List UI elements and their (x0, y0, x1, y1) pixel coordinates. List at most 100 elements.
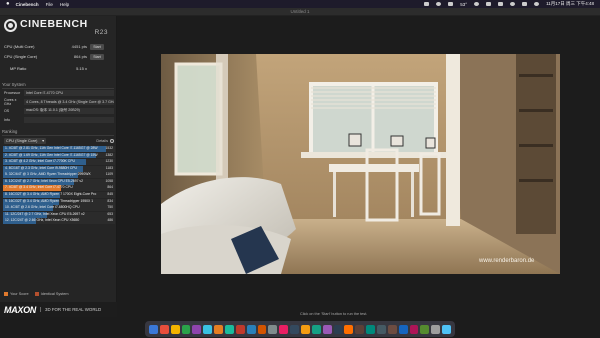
dock-app-icon[interactable] (442, 324, 452, 334)
ranking-row-score: 1058 (105, 178, 113, 183)
dock-app-icon[interactable] (431, 324, 441, 334)
legend-label: Identical System (40, 292, 69, 296)
score-label: CPU (Single Core) (4, 54, 38, 59)
menubar-clock[interactable]: 11月17日 周三 下午4:48 (546, 1, 594, 7)
dock-app-icon[interactable] (257, 324, 267, 334)
info-field[interactable] (24, 116, 114, 123)
dock-app-icon[interactable] (344, 324, 354, 334)
ranking-row-score: 1382 (105, 152, 113, 157)
dock-app-icon[interactable] (301, 324, 310, 334)
ranking-select-value: CPU (Single Core) (6, 138, 38, 143)
chevron-down-icon: ▾ (42, 139, 44, 143)
dock-app-icon[interactable] (279, 324, 289, 334)
render-scene: www.renderbaron.de (161, 54, 560, 274)
ranking-row[interactable]: 3. 4C/8T @ 4.2 GHz, Intel Core i7-7700K … (3, 159, 115, 166)
ranking-select[interactable]: CPU (Single Core) ▾ (4, 137, 46, 144)
ranking-list: 1. 4C/8T @ 2.81 GHz, 11th Gen Intel Core… (3, 146, 115, 225)
ranking-row-score: 834 (107, 198, 113, 203)
dock-app-icon[interactable] (322, 324, 332, 334)
dock-app-icon[interactable] (333, 324, 343, 334)
details-label: Details (96, 138, 108, 143)
ranking-row[interactable]: 1. 4C/8T @ 2.81 GHz, 11th Gen Intel Core… (3, 146, 115, 152)
status-icon[interactable] (474, 2, 480, 6)
ranking-row[interactable]: 7. 4C/8T @ 3.4 GHz, Intel Core i7-4770 C… (3, 185, 115, 192)
legend-swatch (4, 292, 8, 296)
temperature-readout[interactable]: 53° (460, 2, 467, 7)
info-value: 4 Cores, 8 Threads @ 3.4 GHz (Single Cor… (24, 98, 114, 105)
dock-app-icon[interactable] (214, 324, 223, 334)
status-icon[interactable] (448, 2, 454, 6)
dock-app-icon[interactable] (387, 324, 397, 334)
sidebar: CINEBENCH R23 CPU (Multi Core) 4451 pts … (0, 16, 117, 317)
render-image: www.renderbaron.de (161, 54, 560, 274)
ranking-row-label: 8. 16C/32T @ 3.4 GHz, AMD Ryzen 7 1700X … (5, 192, 97, 197)
ranking-row[interactable]: 6. 12C/24T @ 2.7 GHz, Intel Xeon CPU E5-… (3, 178, 115, 185)
start-single-core-button[interactable]: Start (90, 53, 104, 60)
legend-swatch (34, 292, 39, 296)
search-icon[interactable] (522, 2, 528, 6)
dock-app-icon[interactable] (181, 324, 191, 334)
dock-app-icon[interactable] (398, 324, 408, 334)
info-row-info: Info (4, 116, 114, 123)
ranking-row[interactable]: 2. 4C/8T @ 1.69 GHz, 11th Gen Intel Core… (3, 152, 115, 159)
ranking-header: Ranking (2, 129, 114, 136)
ranking-row[interactable]: 5. 32C/64T @ 3 GHz, AMD Ryzen Threadripp… (3, 172, 115, 179)
start-multi-core-button[interactable]: Start (90, 43, 104, 50)
dock-app-icon[interactable] (170, 324, 180, 334)
dock-app-icon[interactable] (366, 324, 376, 334)
ranking-row-score: 1532 (105, 146, 113, 150)
ranking-row[interactable]: 8. 16C/32T @ 3.4 GHz, AMD Ryzen 7 1700X … (3, 192, 115, 198)
ranking-row[interactable]: 12. 12C/24T @ 2.66 GHz, Intel Xeon CPU X… (3, 218, 115, 225)
score-label: CPU (Multi Core) (4, 44, 35, 49)
ranking-row-label: 2. 4C/8T @ 1.69 GHz, 11th Gen Intel Core… (5, 152, 98, 157)
dock-app-icon[interactable] (203, 324, 213, 334)
legend-label: Your Score (10, 292, 29, 296)
ranking-row-score: 1109 (105, 172, 113, 177)
your-system-header: Your System (2, 82, 114, 89)
legend: Your Score Identical System (4, 292, 114, 296)
volume-icon[interactable] (486, 2, 492, 6)
menu-help[interactable]: Help (60, 2, 69, 7)
dock-app-icon[interactable] (420, 324, 430, 334)
dock-app-icon[interactable] (224, 324, 234, 334)
dock-app-icon[interactable] (409, 324, 419, 334)
dock-app-icon[interactable] (235, 324, 245, 334)
logo-version: R23 (94, 29, 108, 36)
dock-app-icon[interactable] (246, 324, 256, 334)
mp-ratio-value: 5.15 x (76, 66, 87, 71)
score-value: 4451 pts (71, 44, 87, 49)
control-center-icon[interactable] (534, 2, 540, 6)
dock-app-icon[interactable] (159, 324, 169, 334)
dock-app-icon[interactable] (192, 324, 202, 334)
apple-menu-icon[interactable]: ● (6, 0, 10, 8)
app-menu[interactable]: Cinebench (16, 2, 39, 7)
info-key: Processor (4, 90, 21, 95)
status-icon[interactable] (436, 2, 442, 6)
battery-icon[interactable] (498, 2, 504, 6)
dock-app-icon[interactable] (148, 324, 158, 334)
menu-file[interactable]: File (46, 2, 53, 7)
ranking-row-score: 1230 (105, 159, 113, 164)
dock-app-icon[interactable] (377, 324, 386, 334)
ranking-row-score: 486 (107, 218, 113, 223)
logo-name: CINEBENCH (20, 18, 88, 30)
ranking-row[interactable]: 10. 4C/8T @ 2.6 GHz, Intel Core i7-6800H… (3, 205, 115, 212)
maxon-logo: MAXON (4, 304, 36, 315)
ranking-row[interactable]: 11. 12C/24T @ 2.7 GHz, Intel Xeon CPU E5… (3, 211, 115, 218)
ranking-controls: CPU (Single Core) ▾ Details (4, 137, 114, 144)
info-row-cores: Cores x GHz 4 Cores, 8 Threads @ 3.4 GHz… (4, 98, 114, 106)
wifi-icon[interactable] (510, 2, 516, 6)
maxon-tagline: 3D FOR THE REAL WORLD (40, 307, 101, 312)
details-button[interactable]: Details (96, 138, 114, 143)
ranking-row-score: 653 (107, 211, 113, 216)
status-icon[interactable] (424, 2, 430, 6)
ranking-row-label: 11. 12C/24T @ 2.7 GHz, Intel Xeon CPU E5… (5, 211, 85, 216)
dock-app-icon[interactable] (268, 324, 278, 334)
dock-app-icon[interactable] (355, 324, 365, 334)
score-row-single-core: CPU (Single Core) 864 pts Start (4, 53, 114, 60)
ranking-row[interactable]: 4. 8C/16T @ 2.3 GHz, Intel Core i9-9880H… (3, 165, 115, 172)
dock-app-icon[interactable] (290, 324, 299, 334)
window-title: Untitled 1 (290, 9, 310, 14)
ranking-row[interactable]: 9. 16C/32T @ 3.4 GHz, AMD Ryzen Threadri… (3, 198, 115, 205)
dock-app-icon[interactable] (311, 324, 321, 334)
